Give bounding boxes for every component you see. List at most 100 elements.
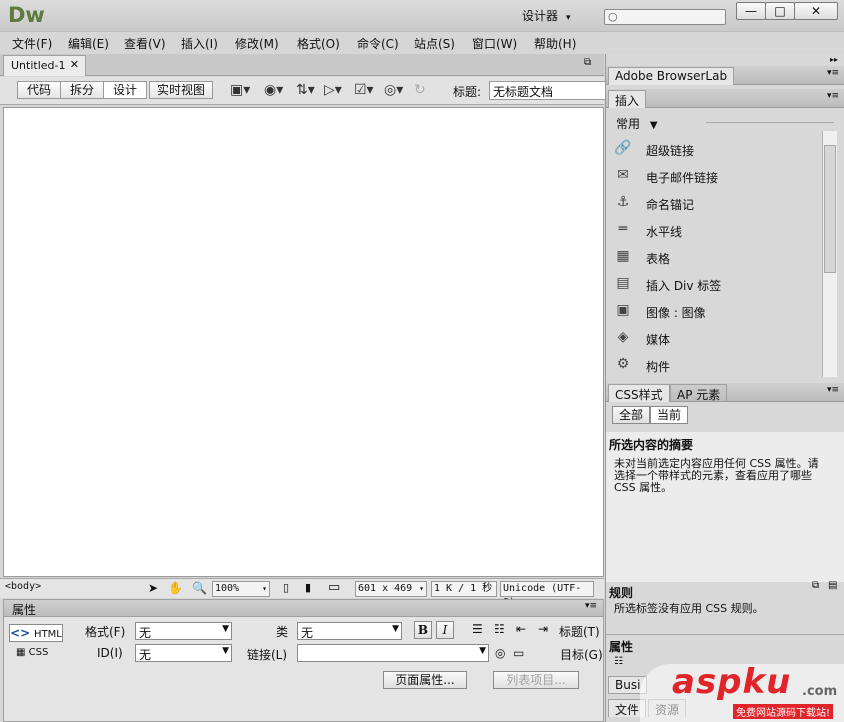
design-canvas[interactable]	[3, 107, 604, 577]
properties-title: 属性	[12, 603, 37, 617]
link-label: 链接(L)	[247, 648, 288, 662]
ordered-list-icon[interactable]: ☷	[494, 622, 505, 636]
live-view-button[interactable]: 实时视图	[149, 81, 213, 99]
insert-item-widget[interactable]: ⚙ 构件	[606, 352, 824, 379]
split-view-button[interactable]: 拆分	[60, 81, 104, 99]
bold-button[interactable]: B	[414, 621, 432, 639]
menu-modify[interactable]: 修改(M)	[235, 35, 279, 52]
menu-edit[interactable]: 编辑(E)	[68, 35, 109, 52]
link-input[interactable]: ▼	[297, 644, 489, 662]
menu-window[interactable]: 窗口(W)	[472, 35, 517, 52]
insert-item-horizontal-rule[interactable]: ═ 水平线	[606, 217, 824, 244]
css-icon: ▦	[16, 647, 26, 658]
document-tab-title: Untitled-1	[11, 59, 66, 72]
close-button[interactable]: ✕	[794, 2, 838, 20]
indent-icon[interactable]: ⇥	[538, 622, 548, 636]
format-label: 格式(F)	[85, 625, 126, 639]
css-all-button[interactable]: 全部	[612, 406, 650, 424]
tab-ap-elements[interactable]: AP 元素	[670, 384, 728, 402]
outdent-icon[interactable]: ⇤	[516, 622, 526, 636]
css-current-button[interactable]: 当前	[650, 406, 688, 424]
right-panel-group: ▸▸ Adobe BrowserLab ▾≡ 插入 ▾≡ 常用 ▼ 🔗 超级链接 …	[605, 54, 844, 722]
help-search-input[interactable]: ○	[604, 9, 726, 25]
validate-icon[interactable]: ▷▾	[324, 82, 342, 98]
insert-item-div-tag[interactable]: ▤ 插入 Div 标签	[606, 271, 824, 298]
browse-folder-icon[interactable]: ▭	[513, 646, 524, 660]
page-properties-button[interactable]: 页面属性...	[383, 671, 467, 689]
restore-document-icon[interactable]: ⧉	[584, 57, 591, 68]
properties-panel-header[interactable]: 属性 ▾≡	[3, 599, 604, 617]
id-select[interactable]: 无 ▼	[135, 644, 232, 662]
insert-item-hyperlink[interactable]: 🔗 超级链接	[606, 136, 824, 163]
window-size-select[interactable]: 601 x 469 ▾	[355, 581, 427, 597]
refresh-icon[interactable]: ↻	[414, 82, 426, 98]
multiscreen-icon[interactable]: ▣▾	[230, 82, 250, 98]
list-item-button[interactable]: 列表项目...	[493, 671, 579, 689]
watermark: aspku .com 免费网站源码下载站!	[640, 662, 844, 722]
zoom-tool-icon[interactable]: 🔍	[192, 581, 207, 595]
insert-item-table[interactable]: ▦ 表格	[606, 244, 824, 271]
unordered-list-icon[interactable]: ☰	[472, 622, 483, 636]
menu-site[interactable]: 站点(S)	[414, 35, 455, 52]
select-tool-icon[interactable]: ➤	[148, 581, 158, 595]
workspace-switcher[interactable]: 设计器 ▾	[522, 7, 571, 24]
collapse-panels-icon[interactable]: ▸▸	[830, 55, 838, 64]
css-mode-button[interactable]: ▦ CSS	[16, 647, 66, 658]
document-tab[interactable]: Untitled-1 ✕	[3, 55, 86, 76]
category-view-icon[interactable]: ☷	[614, 656, 623, 667]
class-select[interactable]: 无 ▼	[297, 622, 402, 640]
media-icon: ◈	[617, 329, 629, 345]
hand-tool-icon[interactable]: ✋	[168, 581, 183, 595]
zoom-select[interactable]: 100% ▾	[212, 581, 270, 597]
tab-browserlab[interactable]: Adobe BrowserLab	[608, 67, 735, 85]
css-summary-area: 所选内容的摘要 未对当前选定内容应用任何 CSS 属性。请选择一个带样式的元素，…	[606, 432, 844, 582]
preview-browser-icon[interactable]: ◉▾	[264, 82, 283, 98]
mobile-size-icon[interactable]: ▯	[283, 581, 289, 594]
insert-item-media[interactable]: ◈ 媒体	[606, 325, 824, 352]
panel-menu-icon[interactable]: ▾≡	[827, 68, 839, 78]
design-view-button[interactable]: 设计	[103, 81, 147, 99]
show-cascade-icon[interactable]: ⧉	[812, 580, 819, 591]
html-mode-button[interactable]: <> HTML	[9, 624, 63, 642]
format-select[interactable]: 无 ▼	[135, 622, 232, 640]
insert-item-image[interactable]: ▣ 图像 : 图像	[606, 298, 824, 325]
code-view-button[interactable]: 代码	[17, 81, 61, 99]
insert-item-anchor[interactable]: ⚓ 命名锚记	[606, 190, 824, 217]
panel-menu-icon[interactable]: ▾≡	[827, 91, 839, 101]
rules-text: 所选标签没有应用 CSS 规则。	[614, 602, 764, 615]
anchor-icon: ⚓	[616, 194, 630, 210]
rules-title: 规则	[609, 586, 634, 600]
document-title-input[interactable]: 无标题文档	[489, 81, 606, 100]
watermark-brand: aspku	[672, 662, 792, 702]
title-label: 标题:	[453, 85, 482, 99]
insert-scrollbar[interactable]	[822, 131, 837, 377]
html-icon: <>	[10, 626, 31, 640]
panel-menu-icon[interactable]: ▾≡	[585, 601, 597, 611]
point-to-file-icon[interactable]: ◎	[495, 646, 505, 660]
menu-file[interactable]: 文件(F)	[12, 35, 52, 52]
tab-insert[interactable]: 插入	[608, 90, 647, 108]
close-tab-icon[interactable]: ✕	[70, 58, 79, 71]
menu-view[interactable]: 查看(V)	[124, 35, 166, 52]
show-info-icon[interactable]: ▤	[828, 580, 837, 591]
scrollbar-thumb[interactable]	[824, 145, 836, 273]
visual-aids-icon[interactable]: ◎▾	[384, 82, 403, 98]
italic-button[interactable]: I	[436, 621, 454, 639]
check-browser-icon[interactable]: ☑▾	[354, 82, 374, 98]
tab-css-styles[interactable]: CSS样式	[608, 384, 670, 402]
desktop-size-icon[interactable]: ▭	[328, 580, 340, 595]
insert-category-select[interactable]: 常用 ▼	[616, 115, 658, 132]
maximize-button[interactable]: □	[765, 2, 795, 20]
panel-menu-icon[interactable]: ▾≡	[827, 385, 839, 395]
file-management-icon[interactable]: ⇅▾	[296, 82, 315, 98]
insert-item-email-link[interactable]: ✉ 电子邮件链接	[606, 163, 824, 190]
menu-insert[interactable]: 插入(I)	[181, 35, 218, 52]
tag-selector[interactable]: <body>	[5, 581, 41, 592]
menu-commands[interactable]: 命令(C)	[357, 35, 399, 52]
menu-help[interactable]: 帮助(H)	[534, 35, 576, 52]
heading-label: 标题(T)	[559, 625, 600, 639]
table-icon: ▦	[616, 248, 630, 264]
minimize-button[interactable]: —	[736, 2, 766, 20]
menu-format[interactable]: 格式(O)	[297, 35, 340, 52]
tablet-size-icon[interactable]: ▮	[305, 581, 311, 594]
